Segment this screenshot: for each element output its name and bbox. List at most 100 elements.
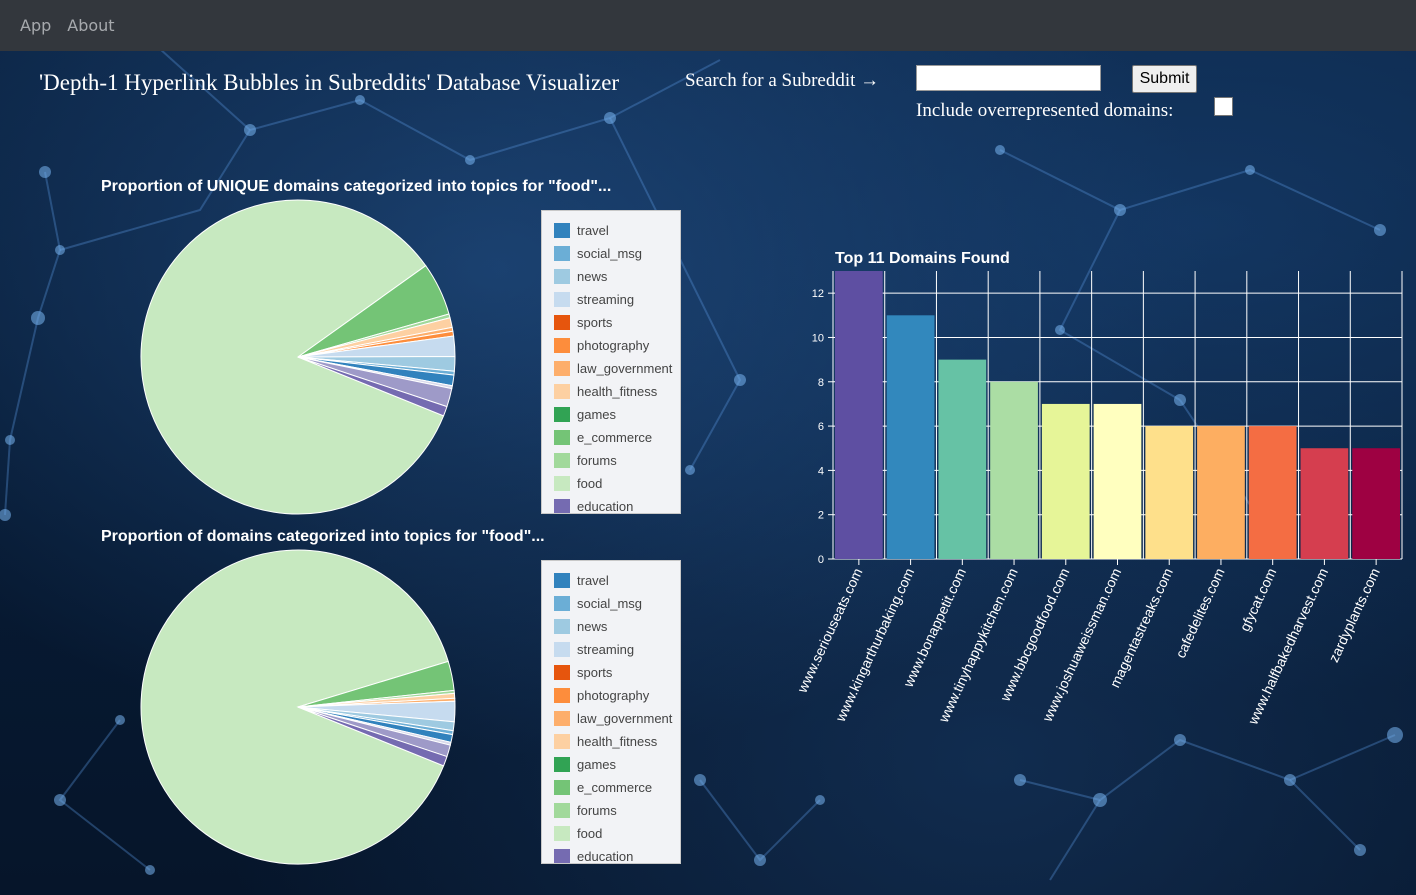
- x-tick-label: cafedelites.com: [1172, 566, 1228, 661]
- page-title: 'Depth-1 Hyperlink Bubbles in Subreddits…: [39, 70, 620, 95]
- y-tick-label: 8: [818, 377, 824, 389]
- include-overrepresented-label: Include overrepresented domains:: [916, 100, 1174, 121]
- legend-label: news: [577, 268, 608, 284]
- all-domains-pie-legend: travel social_msgnews streaming sports photo…: [541, 560, 681, 864]
- legend-swatch: [554, 360, 570, 376]
- bar-chart-title: Top 11 Domains Found: [835, 250, 1010, 267]
- x-tick-label: zardyplants.com: [1325, 566, 1383, 665]
- legend-swatch: [554, 710, 570, 726]
- include-overrepresented-checkbox[interactable]: [1214, 97, 1233, 116]
- legend-label: news: [577, 618, 608, 634]
- bar-www-seriouseats-com: [835, 271, 883, 559]
- legend-label: games: [577, 756, 617, 772]
- legend-item-games: games: [554, 406, 616, 422]
- top-domains-bar-chart: Top 11 Domains Found024681012www.serious…: [793, 250, 1403, 728]
- legend-swatch: [554, 595, 570, 611]
- legend-item-health-fitness: health_fitness: [554, 733, 657, 749]
- legend-item-social-msg: social_msg: [554, 245, 642, 261]
- legend-swatch: [554, 848, 570, 863]
- legend-item-streaming: streaming: [554, 291, 634, 307]
- legend-item-e-commerce: e_commerce: [554, 429, 652, 445]
- legend-swatch: [554, 641, 570, 657]
- legend-label: travel: [577, 572, 609, 588]
- bar-www-joshuaweissman-com: [1093, 403, 1142, 559]
- legend-item-food: food: [554, 475, 602, 491]
- legend-swatch: [554, 779, 570, 795]
- legend-label: photography: [577, 687, 650, 703]
- bar-gfycat-com: [1248, 426, 1297, 559]
- legend-label: social_msg: [577, 595, 643, 611]
- submit-button[interactable]: Submit: [1132, 65, 1197, 93]
- legend-label: food: [577, 475, 603, 491]
- legend-swatch: [554, 222, 570, 238]
- legend-swatch: [554, 687, 570, 703]
- legend-label: e_commerce: [577, 429, 653, 445]
- legend-item-forums: forums: [554, 802, 617, 818]
- legend-item-education: education: [554, 498, 634, 514]
- legend-item-education: education: [554, 848, 634, 864]
- legend-swatch: [554, 756, 570, 772]
- bar-www-bbcgoodfood-com: [1041, 403, 1090, 559]
- legend-swatch: [554, 314, 570, 330]
- legend-label: travel: [577, 222, 609, 238]
- legend-label: law_government: [577, 710, 673, 726]
- y-tick-label: 0: [818, 554, 824, 566]
- legend-label: streaming: [577, 641, 635, 657]
- bar-www-kingarthurbaking-com: [886, 315, 935, 559]
- all-domains-pie-chart: [140, 549, 456, 865]
- legend-label: food: [577, 825, 603, 841]
- search-input[interactable]: [916, 65, 1101, 91]
- legend-item-law-government: law_government: [554, 710, 672, 726]
- legend-item-travel: travel: [554, 222, 609, 238]
- x-tick-label: gfycat.com: [1236, 566, 1279, 634]
- y-tick-label: 2: [818, 510, 824, 522]
- legend-item-sports: sports: [554, 314, 612, 330]
- legend-item-news: news: [554, 618, 607, 634]
- legend-label: education: [577, 498, 634, 514]
- legend-swatch: [554, 498, 570, 513]
- legend-swatch: [554, 802, 570, 818]
- y-tick-label: 6: [818, 421, 824, 433]
- legend-swatch: [554, 268, 570, 284]
- legend-item-games: games: [554, 756, 616, 772]
- legend-swatch: [554, 452, 570, 468]
- legend-label: sports: [577, 314, 613, 330]
- legend-label: sports: [577, 664, 613, 680]
- legend-swatch: [554, 618, 570, 634]
- legend-label: forums: [577, 452, 617, 468]
- unique-domains-pie-title: Proportion of UNIQUE domains categorized…: [101, 178, 612, 195]
- legend-label: forums: [577, 802, 617, 818]
- bar-www-bonappetit-com: [938, 359, 987, 559]
- legend-item-photography: photography: [554, 337, 649, 353]
- legend-swatch: [554, 825, 570, 841]
- bar-www-halfbakedharvest-com: [1300, 448, 1349, 559]
- legend-label: streaming: [577, 291, 635, 307]
- legend-item-forums: forums: [554, 452, 617, 468]
- legend-swatch: [554, 245, 570, 261]
- legend-item-e-commerce: e_commerce: [554, 779, 652, 795]
- legend-item-sports: sports: [554, 664, 612, 680]
- y-tick-label: 12: [812, 288, 824, 300]
- nav-link-app[interactable]: App: [20, 16, 51, 35]
- legend-label: education: [577, 848, 634, 864]
- legend-item-food: food: [554, 825, 602, 841]
- legend-item-photography: photography: [554, 687, 649, 703]
- top-navbar: App About: [0, 0, 1416, 51]
- legend-item-travel: travel: [554, 572, 609, 588]
- legend-label: health_fitness: [577, 733, 658, 749]
- y-tick-label: 4: [818, 465, 824, 477]
- legend-swatch: [554, 291, 570, 307]
- search-label: Search for a Subreddit →: [685, 70, 880, 91]
- legend-swatch: [554, 733, 570, 749]
- legend-label: photography: [577, 337, 650, 353]
- bar-www-tinyhappykitchen-com: [990, 381, 1038, 559]
- unique-domains-pie-chart: [140, 199, 456, 515]
- nav-link-about[interactable]: About: [67, 16, 114, 35]
- legend-swatch: [554, 475, 570, 491]
- legend-item-news: news: [554, 268, 607, 284]
- bar-magentastreaks-com: [1145, 426, 1194, 559]
- all-domains-pie-title: Proportion of domains categorized into t…: [101, 528, 545, 545]
- legend-swatch: [554, 664, 570, 680]
- bar-cafedelites-com: [1197, 426, 1245, 559]
- legend-label: games: [577, 406, 617, 422]
